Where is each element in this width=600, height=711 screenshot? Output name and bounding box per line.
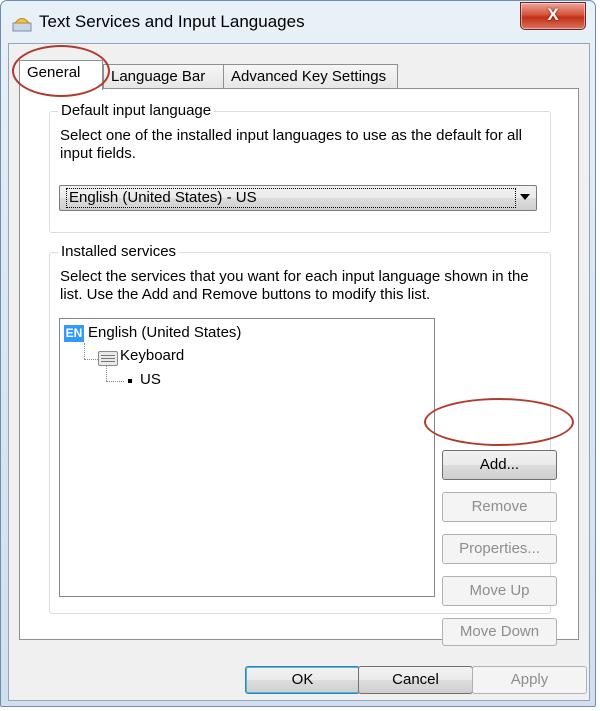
tree-connector xyxy=(84,343,85,359)
default-language-dropdown[interactable]: English (United States) - US xyxy=(59,185,537,211)
add-button[interactable]: Add... xyxy=(442,450,557,480)
tab-language-bar-label: Language Bar xyxy=(111,68,206,85)
tab-advanced-label: Advanced Key Settings xyxy=(231,68,387,85)
chevron-down-icon xyxy=(520,194,530,200)
tree-item-keyboard[interactable]: Keyboard xyxy=(120,347,184,365)
bullet-icon xyxy=(128,379,132,383)
tab-language-bar[interactable]: Language Bar xyxy=(103,64,224,88)
apply-button[interactable]: Apply xyxy=(472,666,587,694)
installed-services-group-label: Installed services xyxy=(58,243,180,260)
tree-connector xyxy=(106,381,124,382)
dialog-window: Text Services and Input Languages X Gene… xyxy=(0,0,596,707)
client-area: General Language Bar Advanced Key Settin… xyxy=(8,43,590,701)
tree-connector xyxy=(106,365,107,381)
app-icon xyxy=(12,18,32,32)
services-tree[interactable]: EN English (United States) Keyboard US xyxy=(59,318,435,597)
window-title: Text Services and Input Languages xyxy=(39,12,305,31)
tree-connector xyxy=(84,359,98,360)
default-input-group: Default input language Select one of the… xyxy=(49,102,551,233)
remove-button[interactable]: Remove xyxy=(442,492,557,522)
tree-item-layout[interactable]: US xyxy=(140,371,161,389)
general-tab-page: Default input language Select one of the… xyxy=(19,88,579,646)
language-code-badge: EN xyxy=(64,325,84,342)
move-up-button[interactable]: Move Up xyxy=(442,576,557,606)
installed-services-description: Select the services that you want for ea… xyxy=(60,268,529,303)
tab-general-label: General xyxy=(27,64,81,81)
keyboard-icon xyxy=(98,351,118,366)
tab-advanced-key-settings[interactable]: Advanced Key Settings xyxy=(223,64,398,88)
default-language-value: English (United States) - US xyxy=(66,188,516,208)
tab-general[interactable]: General xyxy=(19,60,103,90)
default-input-description: Select one of the installed input langua… xyxy=(60,127,522,162)
close-button[interactable]: X xyxy=(520,2,586,30)
title-bar: Text Services and Input Languages X xyxy=(1,1,595,45)
default-input-group-label: Default input language xyxy=(58,102,215,119)
properties-button[interactable]: Properties... xyxy=(442,534,557,564)
tree-item-language[interactable]: English (United States) xyxy=(88,324,241,342)
close-icon: X xyxy=(547,5,559,24)
cancel-button[interactable]: Cancel xyxy=(358,666,473,694)
move-down-button[interactable]: Move Down xyxy=(442,618,557,646)
ok-button[interactable]: OK xyxy=(245,666,360,694)
